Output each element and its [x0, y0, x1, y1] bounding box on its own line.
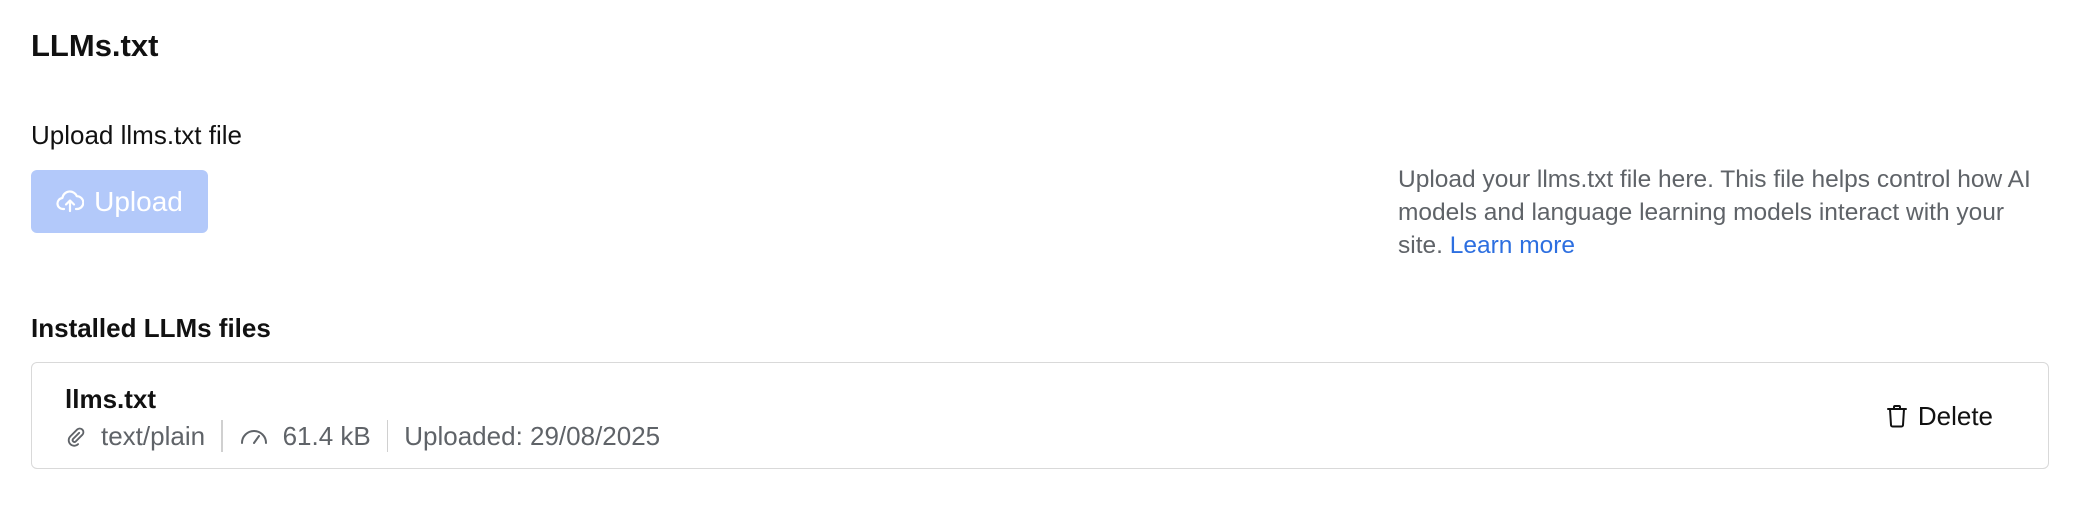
- file-name: llms.txt: [65, 384, 157, 414]
- file-type-label: text/plain: [101, 420, 206, 451]
- file-size: 61.4 kB: [239, 421, 371, 452]
- cloud-upload-icon: [56, 189, 85, 214]
- paperclip-icon: [65, 425, 87, 447]
- gauge-icon: [239, 425, 269, 447]
- upload-help-text: Upload your llms.txt file here. This fil…: [1398, 163, 2038, 262]
- delete-button-label: Delete: [1917, 401, 1993, 431]
- file-uploaded-label: Uploaded: 29/08/2025: [404, 420, 661, 451]
- file-meta: text/plain 61.4 kB Uploaded: 29/08/2025: [65, 417, 660, 455]
- trash-icon: [1886, 404, 1908, 428]
- delete-button[interactable]: Delete: [1886, 399, 1993, 433]
- page-title: LLMs.txt: [31, 28, 159, 63]
- upload-button-label: Upload: [94, 185, 183, 217]
- file-size-label: 61.4 kB: [282, 420, 371, 451]
- file-card: llms.txt text/plain 61.4 kB Uploaded: 29…: [31, 362, 2049, 469]
- file-uploaded: Uploaded: 29/08/2025: [404, 421, 660, 452]
- meta-divider: [221, 420, 223, 452]
- installed-files-title: Installed LLMs files: [31, 313, 271, 343]
- upload-button[interactable]: Upload: [31, 170, 208, 233]
- upload-label: Upload llms.txt file: [31, 120, 242, 150]
- learn-more-link[interactable]: Learn more: [1450, 232, 1575, 259]
- meta-divider: [386, 420, 389, 452]
- llms-settings-page: LLMs.txt Upload llms.txt file Upload Upl…: [0, 0, 2088, 520]
- file-type: text/plain: [65, 421, 205, 452]
